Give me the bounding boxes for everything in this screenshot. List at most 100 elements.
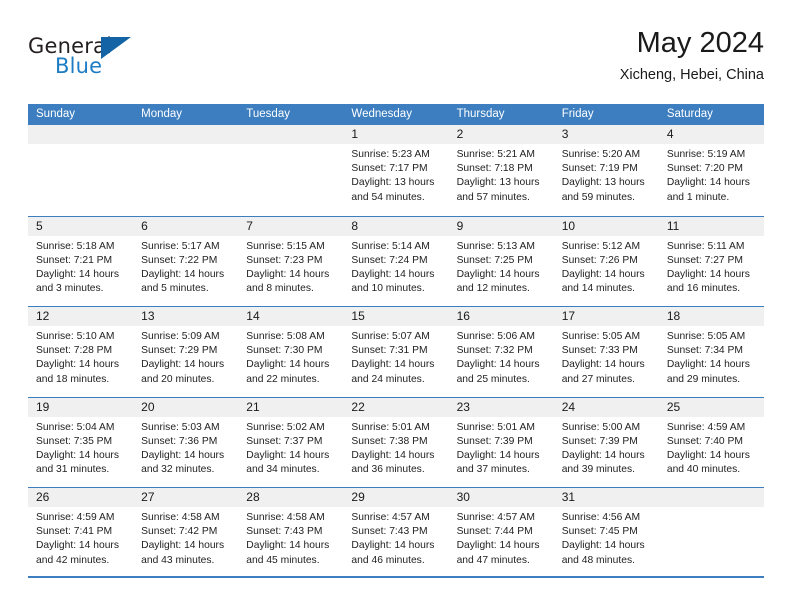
day-cell[interactable]: 13 Sunrise: 5:09 AM Sunset: 7:29 PM Dayligh…: [133, 307, 239, 397]
day-number-band: 3: [553, 125, 659, 144]
day-sun-info: Sunrise: 5:19 AM Sunset: 7:20 PM Daylight:…: [659, 144, 764, 205]
day-info-line: Sunrise: 5:03 AM: [141, 421, 220, 433]
day-sun-info: Sunrise: 4:56 AM Sunset: 7:45 PM Daylight:…: [554, 507, 659, 568]
day-cell[interactable]: 7 Sunrise: 5:15 AM Sunset: 7:23 PM Daylight…: [238, 216, 344, 307]
page-header: General Blue May 2024 Xicheng, Hebei, Ch…: [28, 26, 764, 98]
day-info-line: and 8 minutes.: [246, 283, 314, 295]
day-cell[interactable]: 6 Sunrise: 5:17 AM Sunset: 7:22 PM Daylight…: [133, 216, 239, 307]
day-info-line: and 46 minutes.: [351, 554, 425, 566]
day-info-line: Sunset: 7:26 PM: [561, 254, 638, 266]
day-info-line: Daylight: 13 hours: [456, 177, 540, 189]
day-info-line: and 54 minutes.: [351, 191, 425, 203]
day-cell[interactable]: 11 Sunrise: 5:11 AM Sunset: 7:27 PM Dayligh…: [658, 216, 764, 307]
day-number-band: 10: [553, 216, 659, 236]
day-info-line: Daylight: 13 hours: [561, 177, 645, 189]
day-cell[interactable]: 28 Sunrise: 4:58 AM Sunset: 7:43 PM Dayligh…: [238, 488, 344, 578]
day-cell[interactable]: 21 Sunrise: 5:02 AM Sunset: 7:37 PM Dayligh…: [238, 397, 344, 488]
day-info-line: and 42 minutes.: [36, 554, 110, 566]
day-number-band: 26: [28, 488, 134, 507]
day-cell[interactable]: 8 Sunrise: 5:14 AM Sunset: 7:24 PM Daylight…: [343, 216, 449, 307]
day-cell[interactable]: 5 Sunrise: 5:18 AM Sunset: 7:21 PM Daylight…: [28, 216, 134, 307]
day-number-band: 16: [448, 307, 554, 326]
day-info-line: Daylight: 14 hours: [561, 268, 645, 280]
day-info-line: Sunrise: 5:18 AM: [36, 240, 115, 252]
day-number: 24: [561, 399, 576, 414]
day-info-line: and 57 minutes.: [456, 191, 530, 203]
day-number-band: 6: [133, 216, 239, 236]
day-cell[interactable]: 1 Sunrise: 5:23 AM Sunset: 7:17 PM Daylight…: [343, 125, 449, 216]
day-number: 16: [456, 309, 470, 323]
day-cell[interactable]: 19 Sunrise: 5:04 AM Sunset: 7:35 PM Dayligh…: [28, 397, 134, 488]
day-info-line: Sunset: 7:34 PM: [666, 345, 743, 357]
page-subtitle-location: Xicheng, Hebei, China: [619, 67, 764, 83]
day-info-line: Sunrise: 5:01 AM: [456, 421, 535, 433]
calendar-week-row: 5 Sunrise: 5:18 AM Sunset: 7:21 PM Daylight…: [28, 215, 764, 307]
day-cell[interactable]: 26 Sunrise: 4:59 AM Sunset: 7:41 PM Dayligh…: [28, 488, 134, 578]
day-cell[interactable]: 2 Sunrise: 5:21 AM Sunset: 7:18 PM Daylight…: [448, 125, 554, 216]
weekday-header-saturday: Saturday: [666, 108, 713, 120]
day-number: 25: [666, 399, 681, 414]
day-sun-info: Sunrise: 5:13 AM Sunset: 7:25 PM Daylight:…: [449, 236, 554, 297]
day-number: 9: [456, 218, 464, 233]
day-cell[interactable]: 25 Sunrise: 4:59 AM Sunset: 7:40 PM Dayligh…: [658, 397, 764, 488]
day-cell[interactable]: 17 Sunrise: 5:05 AM Sunset: 7:33 PM Dayligh…: [553, 307, 659, 397]
day-info-line: Daylight: 14 hours: [666, 359, 750, 371]
day-sun-info: Sunrise: 5:08 AM Sunset: 7:30 PM Daylight:…: [238, 326, 343, 387]
day-cell[interactable]: 24 Sunrise: 5:00 AM Sunset: 7:39 PM Dayligh…: [553, 397, 659, 488]
day-sun-info: Sunrise: 4:58 AM Sunset: 7:42 PM Daylight:…: [133, 507, 238, 568]
day-cell[interactable]: 15 Sunrise: 5:07 AM Sunset: 7:31 PM Dayligh…: [343, 307, 449, 397]
day-number: 12: [36, 309, 50, 323]
day-cell[interactable]: 30 Sunrise: 4:57 AM Sunset: 7:44 PM Dayligh…: [448, 488, 554, 578]
day-info-line: Sunset: 7:24 PM: [351, 254, 428, 266]
day-cell[interactable]: 31 Sunrise: 4:56 AM Sunset: 7:45 PM Dayligh…: [553, 488, 659, 578]
day-cell[interactable]: 14 Sunrise: 5:08 AM Sunset: 7:30 PM Dayligh…: [238, 307, 344, 397]
day-info-line: and 59 minutes.: [561, 191, 635, 203]
day-number-band: 22: [343, 397, 449, 417]
day-number-band: 9: [448, 216, 554, 236]
day-info-line: and 3 minutes.: [36, 283, 104, 295]
day-info-line: and 29 minutes.: [666, 373, 741, 385]
day-info-line: Sunset: 7:39 PM: [456, 435, 533, 447]
day-info-line: Sunset: 7:17 PM: [351, 163, 428, 175]
day-cell[interactable]: 9 Sunrise: 5:13 AM Sunset: 7:25 PM Daylight…: [448, 216, 554, 307]
day-sun-info: [28, 144, 133, 148]
day-cell[interactable]: 23 Sunrise: 5:01 AM Sunset: 7:39 PM Dayligh…: [448, 397, 554, 488]
day-info-line: Daylight: 14 hours: [141, 268, 225, 280]
day-cell[interactable]: 27 Sunrise: 4:58 AM Sunset: 7:42 PM Dayligh…: [133, 488, 239, 578]
day-info-line: and 39 minutes.: [561, 464, 635, 476]
day-info-line: Sunset: 7:45 PM: [561, 526, 638, 538]
day-number: 2: [456, 127, 464, 141]
day-cell[interactable]: 22 Sunrise: 5:01 AM Sunset: 7:38 PM Dayligh…: [343, 397, 449, 488]
day-cell[interactable]: 16 Sunrise: 5:06 AM Sunset: 7:32 PM Dayligh…: [448, 307, 554, 397]
day-cell[interactable]: 3 Sunrise: 5:20 AM Sunset: 7:19 PM Daylight…: [553, 125, 659, 216]
day-sun-info: Sunrise: 4:59 AM Sunset: 7:41 PM Daylight:…: [28, 507, 133, 568]
day-cell[interactable]: 18 Sunrise: 5:05 AM Sunset: 7:34 PM Dayligh…: [658, 307, 764, 397]
day-info-line: Daylight: 14 hours: [456, 268, 540, 280]
day-info-line: Sunset: 7:22 PM: [141, 254, 218, 266]
day-sun-info: [133, 144, 238, 148]
day-cell[interactable]: 4 Sunrise: 5:19 AM Sunset: 7:20 PM Daylight…: [658, 125, 764, 216]
day-info-line: and 32 minutes.: [141, 464, 215, 476]
day-info-line: Daylight: 14 hours: [36, 268, 119, 280]
day-info-line: Daylight: 14 hours: [36, 449, 119, 461]
day-sun-info: [238, 144, 343, 148]
day-info-line: Sunset: 7:43 PM: [351, 526, 428, 538]
day-sun-info: Sunrise: 5:01 AM Sunset: 7:38 PM Daylight:…: [343, 417, 448, 478]
day-sun-info: Sunrise: 5:17 AM Sunset: 7:22 PM Daylight:…: [133, 236, 238, 297]
day-sun-info: Sunrise: 5:05 AM Sunset: 7:33 PM Daylight:…: [554, 326, 659, 387]
day-info-line: Daylight: 14 hours: [456, 540, 540, 552]
day-cell[interactable]: 10 Sunrise: 5:12 AM Sunset: 7:26 PM Dayligh…: [553, 216, 659, 307]
day-info-line: Sunset: 7:38 PM: [351, 435, 428, 447]
weekday-header-tuesday: Tuesday: [246, 108, 290, 120]
day-cell[interactable]: 12 Sunrise: 5:10 AM Sunset: 7:28 PM Dayligh…: [28, 307, 134, 397]
day-cell[interactable]: 29 Sunrise: 4:57 AM Sunset: 7:43 PM Dayligh…: [343, 488, 449, 578]
day-sun-info: Sunrise: 5:10 AM Sunset: 7:28 PM Daylight:…: [28, 326, 133, 387]
day-info-line: Sunrise: 5:15 AM: [246, 240, 325, 252]
day-info-line: Sunset: 7:19 PM: [561, 163, 638, 175]
day-info-line: Sunset: 7:35 PM: [36, 435, 113, 447]
day-cell[interactable]: 20 Sunrise: 5:03 AM Sunset: 7:36 PM Dayligh…: [133, 397, 239, 488]
general-blue-logo[interactable]: General Blue: [28, 34, 148, 82]
day-info-line: Sunset: 7:18 PM: [456, 163, 533, 175]
day-number: 23: [456, 399, 470, 414]
day-info-line: Sunrise: 5:00 AM: [561, 421, 641, 433]
